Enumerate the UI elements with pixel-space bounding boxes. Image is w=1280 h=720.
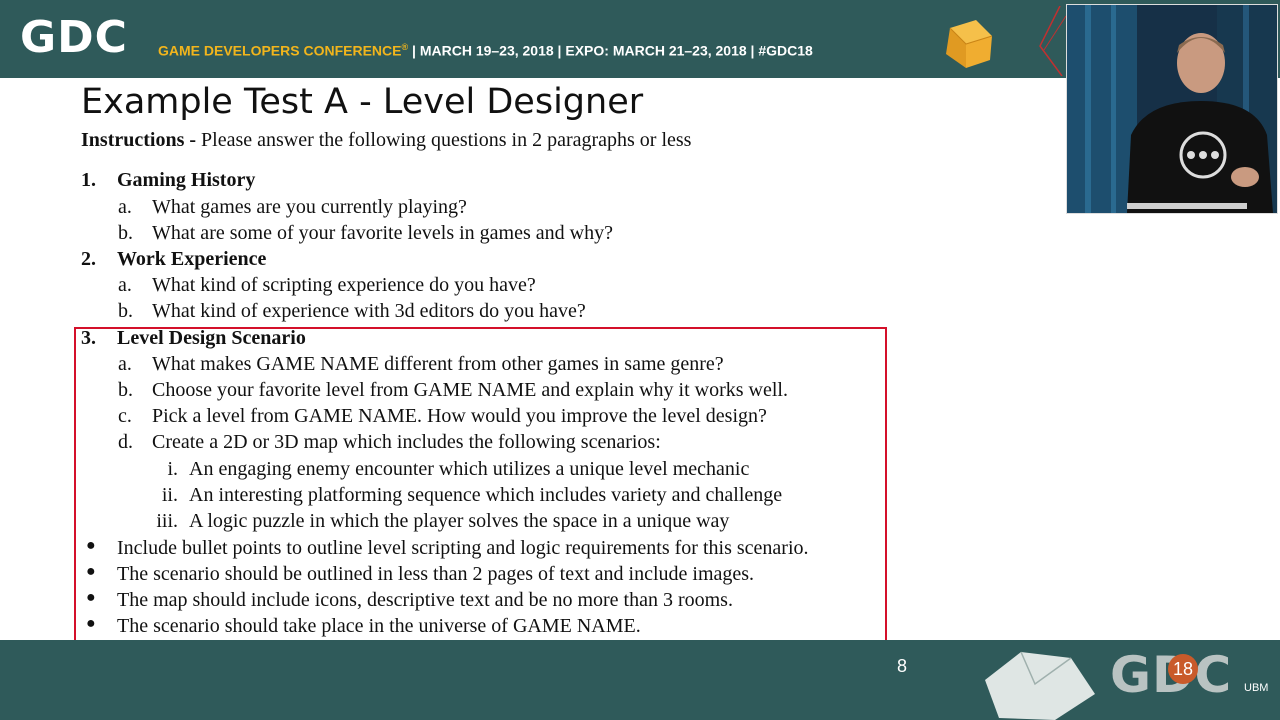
bullet-item: The map should include icons, descriptiv… (117, 589, 733, 611)
bullet-item: The scenario should be outlined in less … (117, 563, 755, 585)
question-item: Pick a level from GAME NAME. How would y… (152, 405, 767, 427)
question-item: Choose your favorite level from GAME NAM… (152, 379, 788, 401)
bullet-icon: ● (86, 563, 96, 580)
speaker-video (1066, 4, 1278, 214)
speaker-image (1067, 5, 1277, 213)
page-number: 8 (897, 656, 908, 676)
subitem-marker: ii. (161, 484, 178, 506)
conference-dates: | MARCH 19–23, 2018 | EXPO: MARCH 21–23,… (408, 42, 813, 59)
item-marker: c. (118, 405, 132, 427)
polyhedron-icon (985, 651, 1095, 720)
section-number: 1. (81, 169, 96, 191)
section-heading: Work Experience (117, 248, 267, 270)
question-item: What are some of your favorite levels in… (152, 222, 613, 244)
instructions-body: Please answer the following questions in… (196, 129, 692, 151)
instructions-text: Instructions - Please answer the followi… (81, 129, 691, 152)
item-marker: a. (118, 196, 132, 218)
item-marker: a. (118, 353, 132, 375)
section-heading: Gaming History (117, 169, 256, 191)
question-item: What makes GAME NAME different from othe… (152, 353, 724, 375)
decorative-lines-icon (1039, 6, 1067, 76)
gdc-watermark: GDC 18 UBM (1106, 640, 1280, 720)
item-marker: b. (118, 300, 133, 322)
instructions-label: Instructions - (81, 129, 197, 151)
question-item: What games are you currently playing? (152, 196, 467, 218)
section-number: 3. (81, 327, 96, 349)
bullet-item: The scenario should take place in the un… (117, 615, 641, 637)
conference-name: GAME DEVELOPERS CONFERENCE (158, 42, 402, 59)
section-number: 2. (81, 248, 96, 270)
edition-badge: 18 (1168, 654, 1198, 684)
scenario-item: An interesting platforming sequence whic… (189, 484, 783, 506)
item-marker: d. (118, 431, 133, 453)
question-item: What kind of experience with 3d editors … (152, 300, 586, 322)
slide-title: Example Test A - Level Designer (81, 82, 644, 122)
bullet-item: Include bullet points to outline level s… (117, 537, 809, 559)
ubm-logo: UBM (1244, 682, 1269, 694)
item-marker: b. (118, 379, 133, 401)
conference-tagline: GAME DEVELOPERS CONFERENCE® | MARCH 19–2… (158, 42, 813, 59)
footer-banner (0, 640, 1280, 720)
subitem-marker: iii. (156, 510, 178, 532)
item-marker: b. (118, 222, 133, 244)
subitem-marker: i. (167, 458, 178, 480)
bullet-icon: ● (86, 615, 96, 632)
bullet-icon: ● (86, 537, 96, 554)
question-item: What kind of scripting experience do you… (152, 274, 536, 296)
scenario-item: A logic puzzle in which the player solve… (189, 510, 730, 532)
question-item: Create a 2D or 3D map which includes the… (152, 431, 661, 453)
bullet-icon: ● (86, 589, 96, 606)
cube-icon (946, 20, 993, 68)
scenario-item: An engaging enemy encounter which utiliz… (189, 458, 750, 480)
section-heading: Level Design Scenario (117, 327, 306, 349)
item-marker: a. (118, 274, 132, 296)
gdc-logo: GDC (20, 12, 128, 63)
